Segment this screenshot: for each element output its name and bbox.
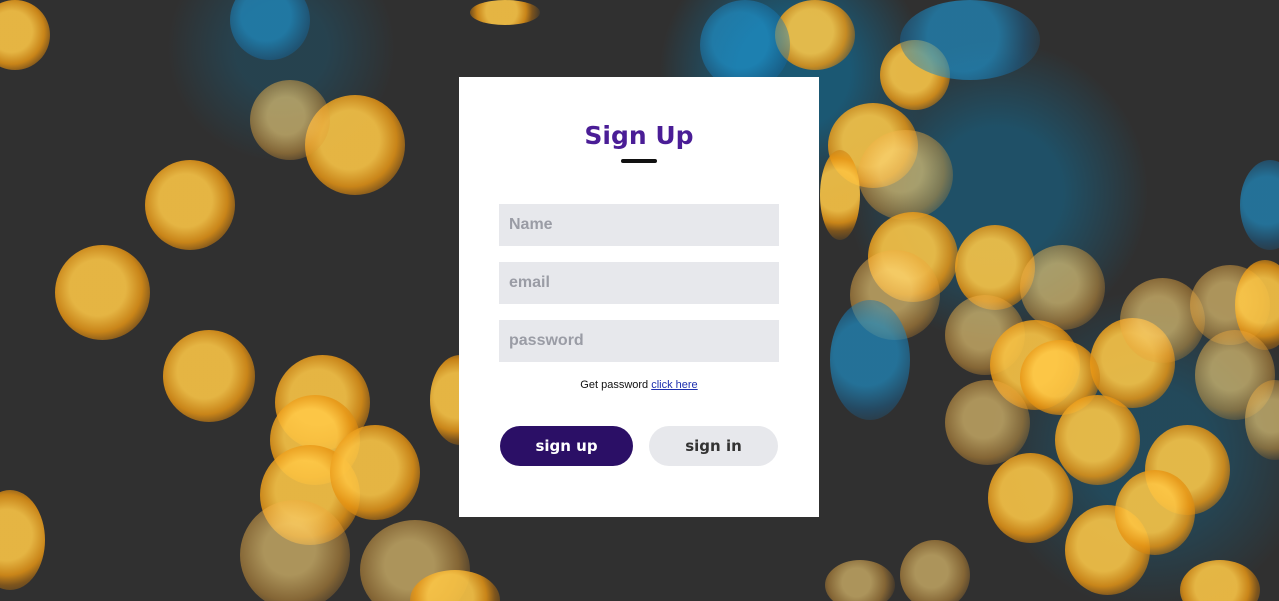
bokeh-light <box>470 0 540 25</box>
bokeh-light <box>945 380 1030 465</box>
bokeh-light <box>1055 395 1140 485</box>
bokeh-light <box>1115 470 1195 555</box>
hint-text: Get password <box>580 379 652 391</box>
bokeh-light <box>858 130 953 220</box>
bokeh-light <box>825 560 895 601</box>
get-password-hint: Get password click here <box>459 379 819 391</box>
bokeh-light <box>240 500 350 601</box>
bokeh-light <box>1180 560 1260 601</box>
bokeh-light <box>230 0 310 60</box>
bokeh-light <box>145 160 235 250</box>
sign-up-button[interactable]: sign up <box>500 426 633 466</box>
bokeh-light <box>250 80 330 160</box>
click-here-link[interactable]: click here <box>651 379 697 391</box>
bokeh-light <box>330 425 420 520</box>
bokeh-light <box>830 300 910 420</box>
bokeh-light <box>1240 160 1279 250</box>
password-input[interactable] <box>499 320 779 362</box>
bokeh-light <box>900 0 1040 80</box>
bokeh-light <box>55 245 150 340</box>
title-underline <box>621 159 657 163</box>
bokeh-light <box>0 0 50 70</box>
sign-in-button[interactable]: sign in <box>649 426 778 466</box>
name-input[interactable] <box>499 204 779 246</box>
page-title: Sign Up <box>584 121 694 150</box>
bokeh-light <box>900 540 970 601</box>
email-input[interactable] <box>499 262 779 304</box>
signup-card: Sign Up Get password click here sign up … <box>459 77 819 517</box>
bokeh-light <box>988 453 1073 543</box>
bokeh-light <box>820 150 860 240</box>
bokeh-light <box>1020 245 1105 330</box>
bokeh-light <box>0 490 45 590</box>
bokeh-light <box>163 330 255 422</box>
